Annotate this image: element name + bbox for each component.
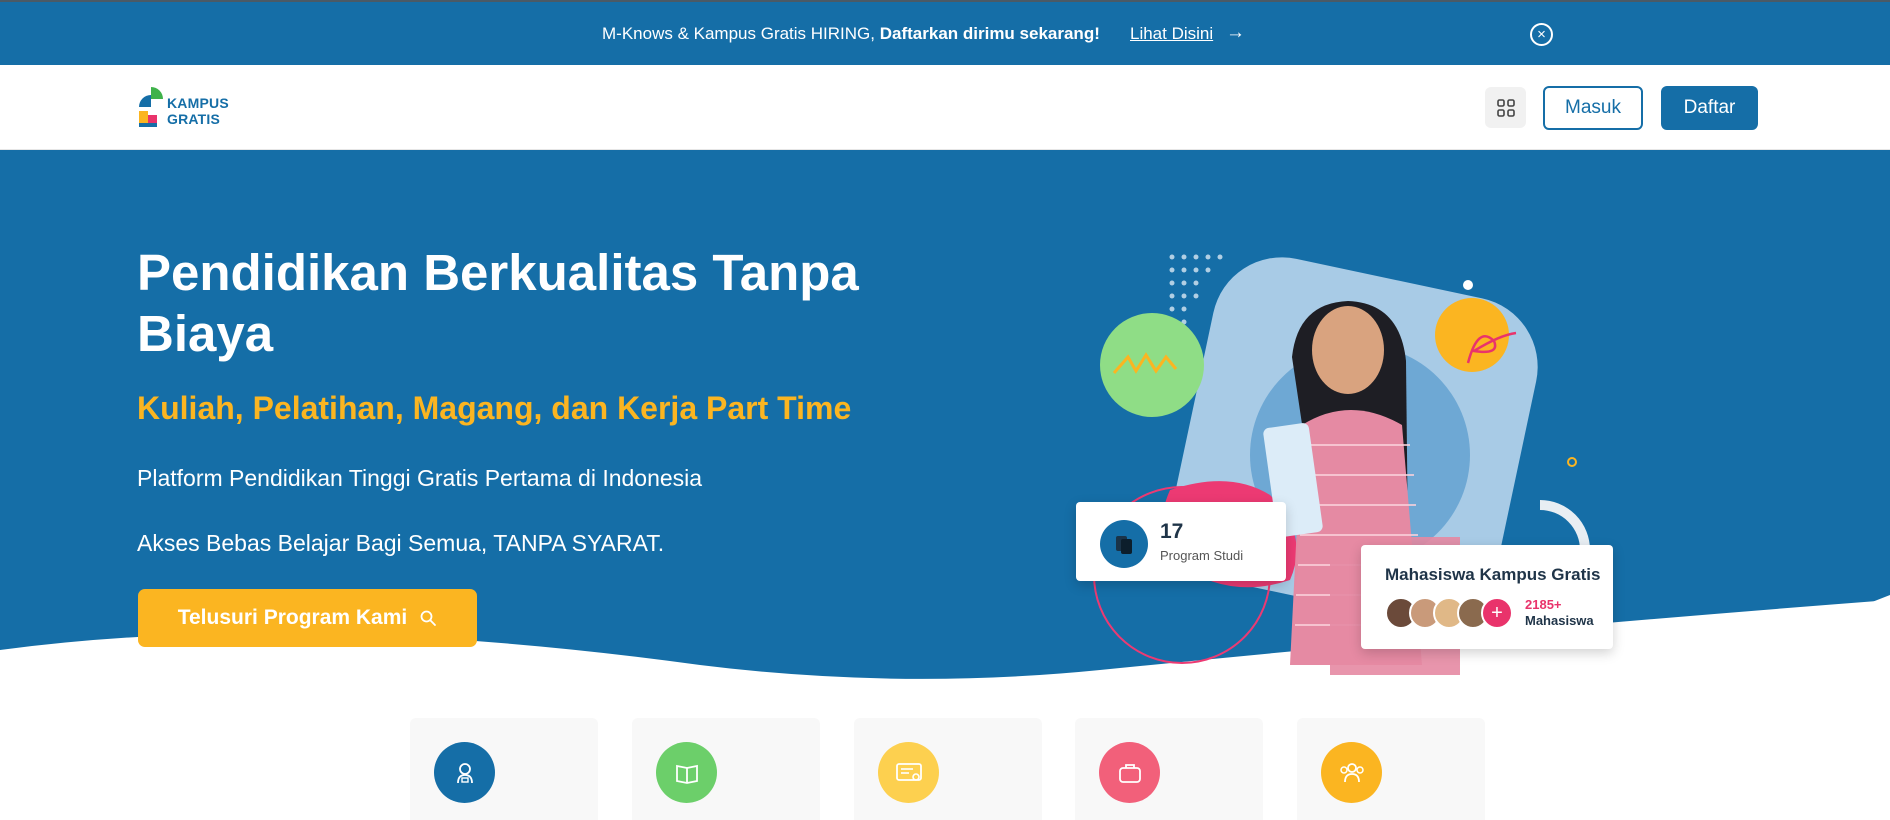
feature-card-course[interactable]	[632, 718, 820, 820]
announcement-highlight: Daftarkan dirimu sekarang!	[879, 24, 1100, 43]
students-title: Mahasiswa Kampus Gratis	[1385, 565, 1601, 584]
plus-icon: +	[1481, 597, 1513, 629]
students-stat-card: Mahasiswa Kampus Gratis + 2185+ Mahasisw…	[1361, 545, 1613, 649]
announcement-text: M-Knows & Kampus Gratis HIRING, Daftarka…	[602, 24, 1100, 44]
logo-text-line2: GRATIS	[167, 111, 221, 127]
students-count: 2185+	[1525, 597, 1562, 612]
certificate-icon	[878, 742, 939, 803]
close-icon[interactable]: ×	[1530, 23, 1553, 46]
feature-card-graduate[interactable]	[410, 718, 598, 820]
explore-programs-label: Telusuri Program Kami	[177, 606, 408, 629]
students-label: Mahasiswa	[1525, 613, 1594, 628]
register-button[interactable]: Daftar	[1661, 86, 1758, 130]
graduate-icon	[434, 742, 495, 803]
feature-card-community[interactable]	[1297, 718, 1485, 820]
arrow-right-icon[interactable]: →	[1226, 22, 1245, 44]
hero-title: Pendidikan Berkualitas Tanpa Biaya	[137, 244, 859, 362]
kampus-gratis-logo[interactable]: KAMPUS GRATIS	[137, 85, 237, 129]
logo-text-line1: KAMPUS	[167, 95, 229, 111]
site-header: KAMPUS GRATIS Masuk Daftar	[0, 65, 1890, 150]
users-icon	[1321, 742, 1382, 803]
announcement-lead: M-Knows & Kampus Gratis HIRING,	[602, 24, 880, 43]
feature-card-certificate[interactable]	[854, 718, 1042, 820]
briefcase-icon	[1099, 742, 1160, 803]
hero-section: Pendidikan Berkualitas Tanpa Biaya Kulia…	[0, 150, 1890, 690]
login-button[interactable]: Masuk	[1543, 86, 1643, 130]
feature-card-internship[interactable]	[1075, 718, 1263, 820]
books-icon	[1100, 520, 1148, 568]
search-icon	[420, 610, 437, 626]
logo-mark-icon	[139, 87, 163, 127]
hero-description-1: Platform Pendidikan Tinggi Gratis Pertam…	[137, 465, 703, 491]
announcement-link[interactable]: Lihat Disini	[1130, 24, 1213, 44]
program-stat-card: 17 Program Studi	[1076, 502, 1286, 581]
apps-grid-button[interactable]	[1485, 87, 1526, 128]
book-icon	[656, 742, 717, 803]
hero-subtitle: Kuliah, Pelatihan, Magang, dan Kerja Par…	[137, 390, 852, 426]
program-count: 17	[1160, 520, 1184, 543]
hero-description-2: Akses Bebas Belajar Bagi Semua, TANPA SY…	[137, 530, 665, 556]
grid-icon	[1496, 98, 1515, 117]
explore-programs-button[interactable]: Telusuri Program Kami	[138, 589, 477, 647]
announcement-bar: M-Knows & Kampus Gratis HIRING, Daftarka…	[0, 0, 1890, 65]
program-label: Program Studi	[1160, 548, 1244, 563]
